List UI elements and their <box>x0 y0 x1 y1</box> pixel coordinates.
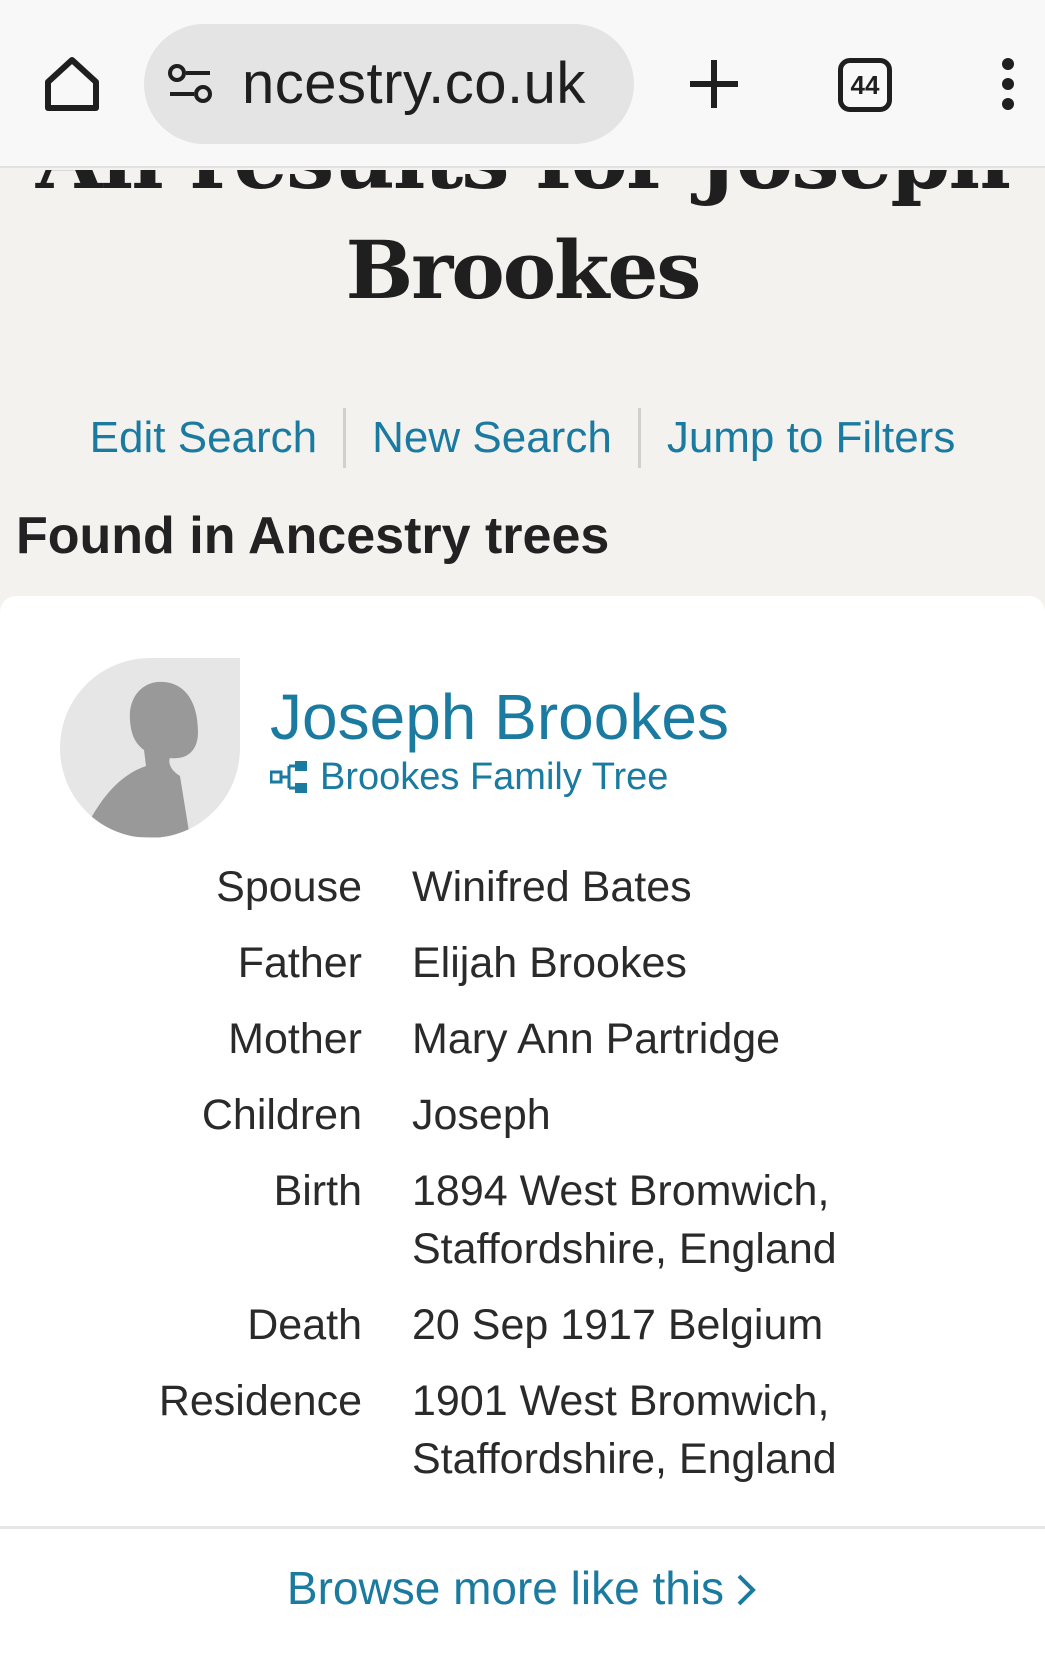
fact-value: 1901 West Bromwich, Staffordshire, Engla… <box>412 1377 837 1483</box>
family-tree-icon <box>270 761 307 793</box>
avatar-placeholder-icon <box>60 658 240 838</box>
result-card: Joseph Brookes Brookes Family Tree Spous… <box>0 596 1045 1656</box>
browser-toolbar: ncestry.co.uk 44 <box>0 0 1045 168</box>
page-heading: Brookes <box>345 223 702 317</box>
edit-search-link[interactable]: Edit Search <box>64 408 343 468</box>
family-tree-link[interactable]: Brookes Family Tree <box>270 752 668 802</box>
fact-row: Birth 1894 West Bromwich, Staffordshire,… <box>0 1162 1045 1278</box>
fact-label: Death <box>247 1301 362 1349</box>
more-menu-icon[interactable] <box>996 56 1020 112</box>
fact-row: Spouse Winifred Bates <box>0 858 1045 916</box>
fact-label: Spouse <box>216 863 362 911</box>
chevron-right-icon <box>737 1574 756 1606</box>
fact-row: Mother Mary Ann Partridge <box>0 1010 1045 1068</box>
fact-label: Residence <box>158 1377 362 1425</box>
fact-value: 1894 West Bromwich, Staffordshire, Engla… <box>412 1167 837 1273</box>
address-bar[interactable]: ncestry.co.uk <box>144 24 634 144</box>
fact-value: Joseph <box>412 1091 551 1139</box>
fact-label: Father <box>237 939 362 987</box>
tab-switcher-button[interactable]: 44 <box>838 58 892 112</box>
fact-label: Mother <box>228 1015 362 1063</box>
site-settings-icon[interactable] <box>166 62 214 106</box>
page-heading-partial-clip: All results for Joseph <box>0 170 1045 210</box>
fact-value: Mary Ann Partridge <box>412 1015 781 1063</box>
browse-more-link[interactable]: Browse more like this <box>0 1558 1045 1618</box>
url-text[interactable]: ncestry.co.uk <box>242 50 586 118</box>
fact-row: Children Joseph <box>0 1086 1045 1144</box>
fact-value: Winifred Bates <box>412 863 692 911</box>
plus-icon[interactable] <box>686 56 742 112</box>
fact-label: Birth <box>273 1167 362 1215</box>
fact-row: Death 20 Sep 1917 Belgium <box>0 1296 1045 1354</box>
browse-more-label[interactable]: Browse more like this <box>287 1562 724 1614</box>
new-search-link[interactable]: New Search <box>346 408 638 468</box>
fact-value: Elijah Brookes <box>412 939 687 987</box>
fact-row: Father Elijah Brookes <box>0 934 1045 992</box>
jump-to-filters-link[interactable]: Jump to Filters <box>641 408 982 468</box>
section-title: Found in Ancestry trees <box>16 507 610 565</box>
fact-row: Residence 1901 West Bromwich, Staffordsh… <box>0 1372 1045 1488</box>
home-icon[interactable] <box>40 52 104 116</box>
search-links: Edit Search New Search Jump to Filters <box>0 404 1045 472</box>
page-heading-partial: All results for Joseph <box>0 170 1045 204</box>
facts-list: Spouse Winifred Bates Father Elijah Broo… <box>0 858 1045 1506</box>
card-divider <box>0 1526 1045 1529</box>
fact-label: Children <box>201 1091 362 1139</box>
person-name-link[interactable]: Joseph Brookes <box>270 682 729 752</box>
family-tree-name[interactable]: Brookes Family Tree <box>320 752 668 802</box>
fact-value: 20 Sep 1917 Belgium <box>412 1301 824 1349</box>
